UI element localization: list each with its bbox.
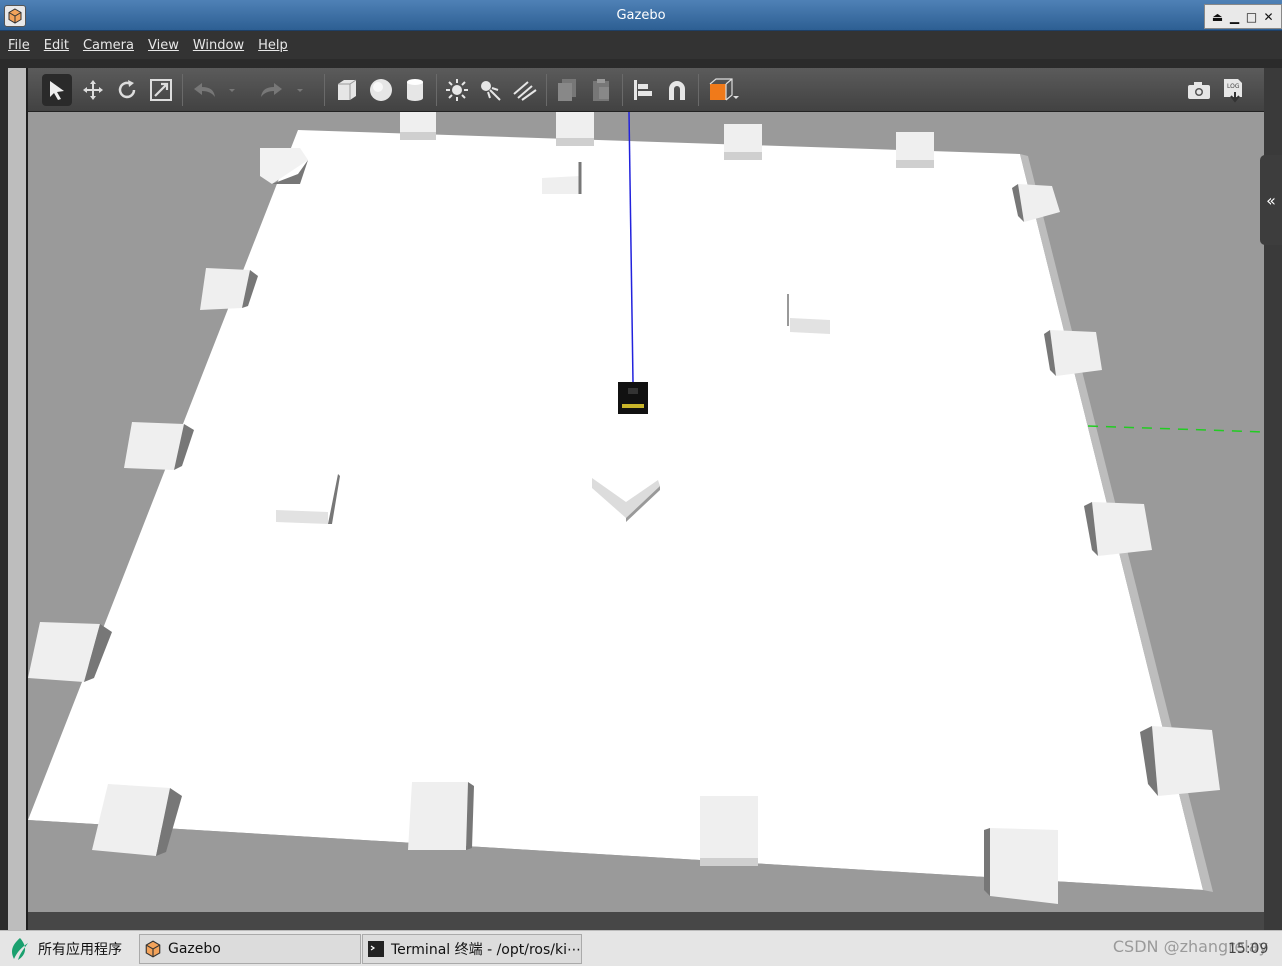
wall-box bbox=[1084, 502, 1152, 556]
apps-menu-button[interactable]: 所有应用程序 bbox=[8, 934, 136, 964]
copy-icon[interactable] bbox=[552, 74, 582, 106]
redo-dropdown-icon[interactable] bbox=[292, 74, 308, 106]
taskbar-terminal[interactable]: Terminal 终端 - /opt/ros/ki⋯ bbox=[362, 934, 582, 964]
wall-box bbox=[896, 132, 934, 168]
toolbar-separator bbox=[436, 74, 437, 106]
menu-edit[interactable]: Edit bbox=[44, 38, 69, 53]
taskbar-terminal-label: Terminal 终端 - /opt/ros/ki⋯ bbox=[391, 942, 581, 958]
taskbar-gazebo-label: Gazebo bbox=[168, 941, 221, 957]
rotate-icon[interactable] bbox=[112, 74, 142, 106]
apps-menu-label: 所有应用程序 bbox=[38, 942, 122, 958]
snap-icon[interactable] bbox=[662, 74, 692, 106]
screenshot-icon[interactable] bbox=[1184, 74, 1214, 106]
redo-icon[interactable] bbox=[256, 74, 286, 106]
window-titlebar: Gazebo ⏏ ▁ □ ✕ bbox=[0, 0, 1282, 31]
box-icon[interactable] bbox=[332, 74, 362, 106]
toolbar-separator bbox=[546, 74, 547, 106]
menu-help[interactable]: Help bbox=[258, 38, 288, 53]
svg-text:LOG: LOG bbox=[1227, 83, 1240, 90]
view-angle-icon[interactable] bbox=[704, 74, 744, 106]
wall-box bbox=[400, 112, 436, 140]
menu-camera[interactable]: Camera bbox=[83, 38, 134, 53]
scale-icon[interactable] bbox=[146, 74, 176, 106]
y-axis-line bbox=[1087, 425, 1264, 433]
menu-view[interactable]: View bbox=[148, 38, 179, 53]
close-button[interactable]: ✕ bbox=[1262, 10, 1276, 24]
clock[interactable]: 15:09 bbox=[1228, 934, 1268, 964]
robot-model bbox=[618, 382, 648, 414]
directional-light-icon[interactable] bbox=[510, 74, 540, 106]
minimize-button[interactable]: ▁ bbox=[1228, 10, 1242, 24]
gazebo-icon bbox=[145, 940, 161, 958]
clock-text: 15:09 bbox=[1228, 941, 1269, 957]
point-light-icon[interactable] bbox=[442, 74, 472, 106]
taskbar-gazebo[interactable]: Gazebo bbox=[139, 934, 361, 964]
wall-box bbox=[1044, 330, 1102, 376]
menu-edit-label: Edit bbox=[43, 37, 69, 53]
double-chevron-left-icon: « bbox=[1266, 190, 1276, 210]
cylinder-icon[interactable] bbox=[400, 74, 430, 106]
ground-plane bbox=[28, 130, 1203, 890]
left-panel-edge[interactable] bbox=[8, 68, 28, 930]
window-controls: ⏏ ▁ □ ✕ bbox=[1204, 4, 1282, 29]
wall-box bbox=[1012, 184, 1060, 222]
timeline-bar bbox=[28, 912, 1264, 930]
menu-camera-label: Camera bbox=[82, 37, 134, 53]
menu-bar: File Edit Camera View Window Help bbox=[0, 31, 1282, 59]
wall-box bbox=[984, 828, 1058, 904]
wall-box bbox=[1140, 726, 1220, 796]
paste-icon[interactable] bbox=[586, 74, 616, 106]
align-icon[interactable] bbox=[628, 74, 658, 106]
wall-box bbox=[408, 782, 474, 850]
toolbar-separator bbox=[182, 74, 183, 106]
toolbar: LOG bbox=[28, 68, 1264, 112]
window-title: Gazebo bbox=[616, 8, 666, 23]
scene-viewport[interactable] bbox=[28, 112, 1264, 912]
select-arrow-icon[interactable] bbox=[42, 74, 72, 106]
spot-light-icon[interactable] bbox=[476, 74, 506, 106]
toolbar-separator bbox=[324, 74, 325, 106]
maximize-button[interactable]: □ bbox=[1245, 10, 1259, 24]
side-panel-toggle[interactable]: « bbox=[1260, 155, 1282, 245]
log-icon[interactable]: LOG bbox=[1218, 74, 1248, 106]
menu-file-label: File bbox=[8, 37, 30, 53]
wall-box bbox=[556, 112, 594, 146]
sphere-icon[interactable] bbox=[366, 74, 396, 106]
wall-box bbox=[700, 796, 758, 866]
menu-window-label: Window bbox=[192, 37, 245, 53]
undo-dropdown-icon[interactable] bbox=[224, 74, 240, 106]
leaf-icon bbox=[12, 938, 28, 960]
toolbar-separator bbox=[698, 74, 699, 106]
undo-icon[interactable] bbox=[190, 74, 220, 106]
toolbar-separator bbox=[622, 74, 623, 106]
translate-icon[interactable] bbox=[78, 74, 108, 106]
terminal-icon bbox=[368, 941, 384, 957]
menu-file[interactable]: File bbox=[8, 38, 30, 53]
taskbar: 所有应用程序 Gazebo Terminal 终端 - /opt/ros/ki⋯… bbox=[0, 930, 1282, 966]
menu-window[interactable]: Window bbox=[193, 38, 244, 53]
eject-icon[interactable]: ⏏ bbox=[1211, 10, 1225, 24]
menu-help-label: Help bbox=[258, 37, 288, 53]
wall-box bbox=[724, 124, 762, 160]
menu-view-label: View bbox=[147, 37, 179, 53]
scene-render bbox=[28, 112, 1264, 912]
